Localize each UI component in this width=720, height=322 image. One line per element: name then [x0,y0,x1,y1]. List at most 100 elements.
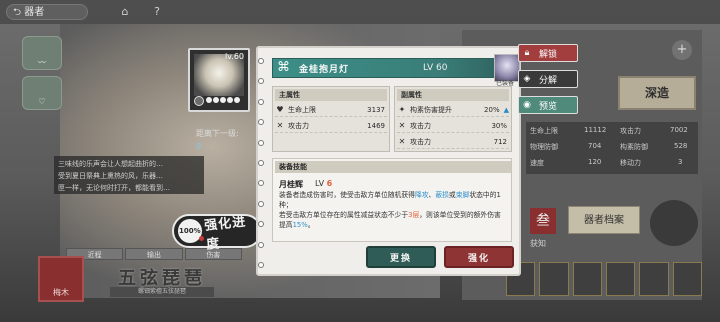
stat-value: 528 [674,142,688,150]
attr-value: 712 [493,137,507,146]
stat-value: 704 [588,142,602,150]
sword-icon: ✕ [398,137,406,146]
equipment-header: ⌘ 金桂抱月灯 LV 60 [272,58,512,78]
attr-value: 20% [484,105,500,114]
story-line: 三味线的乐声会让人想起曲折的… [58,160,163,168]
skill-keyword: 蔽损 [435,191,449,199]
character-name: 五弦琵琶 [118,268,206,289]
attr-name: 构素伤害提升 [410,105,452,114]
star-icon [206,97,212,103]
equipment-thumbnail[interactable]: lv.60 [188,48,250,112]
stat-label: 攻击力 [620,127,641,135]
slot[interactable] [572,262,602,296]
sword-icon: ✕ [276,121,284,130]
progress-percent: 100% [178,219,204,243]
attr-row: ♥ 生命上限 3137 [275,103,387,117]
help-icon[interactable]: ? [150,6,164,18]
split-icon: ◈ [523,74,531,84]
slot[interactable] [605,262,636,296]
stat-value: 7002 [670,126,688,134]
tag-role: 输出 [125,248,183,260]
slot[interactable] [539,262,569,296]
wave-icon: 〰 [38,58,46,67]
character-subtitle: 螺钿紫檀五弦琵琶 [110,287,214,297]
skill-title: 装备技能 [275,161,511,173]
skill-text: 若受击敌方单位存在的属性减益状态不少于 [279,211,409,219]
stat-label: 构素防御 [620,143,648,151]
star-icon [220,97,226,103]
equipment-skill: 装备技能 月桂辉 LV 6 装备者造成伤害时，使受击敌方单位随机获得降攻、蔽损或… [272,158,512,242]
eye-emblem [650,200,698,246]
character-stats: 生命上限 11112 攻击力 7002 物理防御 704 构素防御 528 速度… [526,122,698,174]
add-icon[interactable]: + [672,40,692,60]
unlock-label: 解锁 [539,49,558,60]
enhance-progress[interactable]: 100% 强化进度 [172,214,262,253]
replace-button[interactable]: 更换 [366,246,436,268]
deep-train-button[interactable]: 深造 [618,76,696,110]
dismantle-label: 分解 [539,75,558,86]
binder-rings [258,58,268,268]
skill-keyword: 3层 [408,211,420,219]
preview-button[interactable]: ◉ 预览 [518,96,578,114]
attr-value: 3137 [367,105,385,114]
story-line: 匣一样，无论何时打开，都能看到… [58,184,170,192]
attr-name: 攻击力 [288,121,309,130]
stat-label: 生命上限 [530,127,558,135]
stat-label: 速度 [530,159,544,167]
equipment-level-label: LV 60 [423,63,448,73]
rank-badge: 叁 [530,208,556,234]
seal-label: 梅木 [53,288,69,297]
story-line: 受到夏日祭典上熏热的风，乐器… [58,172,163,180]
character-story: 三味线的乐声会让人想起曲折的… 受到夏日祭典上熏热的风，乐器… 匣一样，无论何时… [54,156,204,194]
sword-icon: ✕ [398,121,406,130]
slot[interactable] [639,262,669,296]
heart-pulse-icon: ♡ [38,97,46,106]
side-tab-skills[interactable]: 〰 [22,36,62,70]
skill-level: LV 6 [315,179,332,188]
sub-attr-title: 副属性 [397,89,509,101]
skill-keyword: 束脚 [455,191,470,199]
skill-text: 。 [307,221,315,229]
dismantle-button[interactable]: ◈ 分解 [518,70,578,88]
skill-text: 或 [448,191,456,199]
eye-icon: ◉ [523,100,531,110]
attr-row: ✕ 攻击力 712 [397,135,509,149]
unlock-button[interactable]: 🔒︎ 解锁 [518,44,578,62]
top-bar [0,0,720,24]
preview-label: 预览 [539,101,558,112]
attr-row: ✦ 构素伤害提升 20% ▲ [397,103,509,117]
skill-description: 装备者造成伤害时，使受击敌方单位随机获得降攻、蔽损或束脚状态中的1种； 若受击敌方… [279,190,507,230]
gain-label: 获知 [530,239,546,248]
star-icon [234,97,240,103]
stat-value: 3 [678,158,683,166]
skill-level-prefix: LV [315,179,325,188]
lock-icon: 🔒︎ [524,48,530,58]
heart-icon: ♥ [276,105,284,114]
slot[interactable] [672,262,702,296]
faction-seal: 梅木 [38,256,84,302]
star-icon [213,97,219,103]
star-icon [227,97,233,103]
enhance-button[interactable]: 强化 [444,246,514,268]
progress-label: 强化进度 [203,214,247,253]
equipment-level: lv.60 [224,52,244,61]
home-icon[interactable]: ⌂ [118,6,132,18]
archive-button[interactable]: 器者档案 [568,206,640,234]
attr-value: 30% [491,121,507,130]
side-tab-health[interactable]: ♡ [22,76,62,110]
back-button[interactable]: ⮌ 器者 [6,4,88,20]
attr-value: 1469 [367,121,385,130]
gear-icon: ✦ [398,105,406,114]
skill-keyword: 降攻 [414,191,429,199]
stat-label: 移动力 [620,159,641,167]
attr-row: ✕ 攻击力 1469 [275,119,387,133]
skill-text: 装备者造成伤害时，使受击敌方单位随机获得 [279,191,415,199]
attr-row: ✕ 攻击力 30% [397,119,509,133]
equipment-slots [506,262,702,296]
attr-name: 攻击力 [410,121,431,130]
sub-attributes: 副属性 ✦ 构素伤害提升 20% ▲ ✕ 攻击力 30% ✕ 攻击力 712 [394,86,512,152]
stat-label: 物理防御 [530,143,558,151]
skill-name: 月桂辉 [279,180,303,189]
equipment-name: 金桂抱月灯 [299,64,350,75]
next-level-label: 距离下一级: [196,129,239,138]
